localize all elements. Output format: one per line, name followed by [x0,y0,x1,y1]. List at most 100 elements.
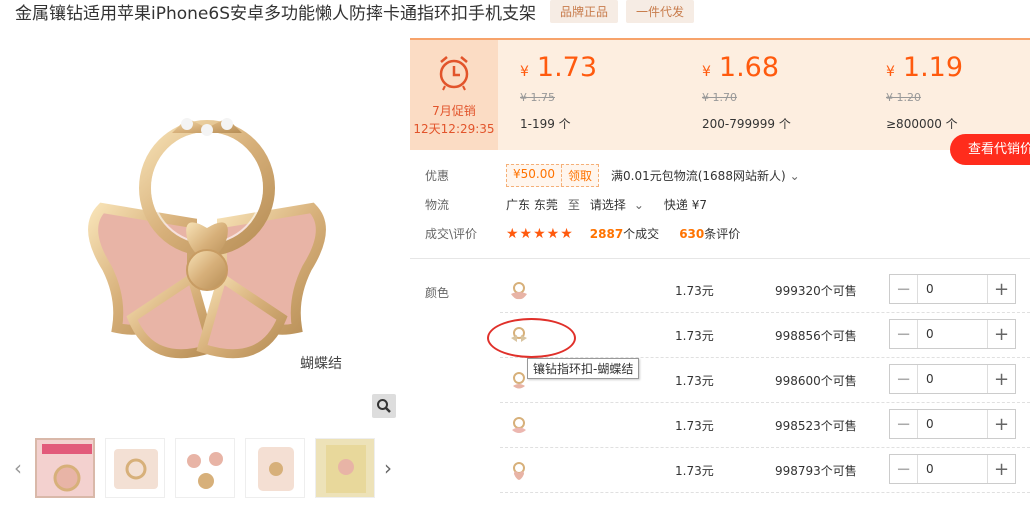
discount-label: 优惠 [425,169,450,183]
sku-thumbnail-icon[interactable] [508,280,530,302]
sku-stock: 998523个可售 [775,419,857,433]
currency-symbol: ¥ [886,64,895,80]
reviews-suffix: 条评价 [704,227,741,241]
sku-row-5: 1.73元 998793个可售 − 0 + [500,448,1030,493]
deals-link[interactable]: 2887个成交 [590,225,659,242]
tier-price: 1.68 [718,52,780,83]
sku-thumbnail-icon[interactable] [508,415,530,437]
shipping-row: 物流 广东 东莞 至 请选择 ⌄ 快递 ¥7 [425,196,707,213]
sku-stock: 998793个可售 [775,464,857,478]
sku-row-2: 1.73元 998856个可售 − 0 + [500,313,1030,358]
increment-button[interactable]: + [987,455,1015,483]
quantity-input[interactable]: 0 [918,275,987,303]
reviews-row: 成交\评价 ★★★★★ 2887个成交 630条评价 [425,225,740,242]
tier-qty: 200-799999 个 [702,117,791,131]
tier-old-price: ¥ 1.70 [702,91,737,104]
coupon-claim-button[interactable]: 领取 [561,165,598,186]
sku-tooltip: 镶钻指环扣-蝴蝶结 [527,358,640,379]
price-tier-1: ¥1.73 ¥ 1.75 1-199 个 [520,54,597,132]
currency-symbol: ¥ [520,64,529,80]
sku-price: 1.73元 [675,374,714,388]
deals-suffix: 个成交 [623,227,660,241]
increment-button[interactable]: + [987,365,1015,393]
image-caption: 蝴蝶结 [300,356,342,372]
decrement-button[interactable]: − [890,365,918,393]
thumbnail-5[interactable] [315,438,375,498]
increment-button[interactable]: + [987,275,1015,303]
discount-row: 优惠 ¥50.00 领取 满0.01元包物流(1688网站新人) ⌄ [425,164,800,187]
quantity-input[interactable]: 0 [918,365,987,393]
decrement-button[interactable]: − [890,320,918,348]
shipping-label: 物流 [425,198,450,212]
thumbnail-strip: ‹ › [10,438,405,503]
zoom-button[interactable] [372,394,396,418]
rating-stars: ★★★★★ [506,225,574,242]
coupon-amount: ¥50.00 [513,167,555,181]
tier-old-price: ¥ 1.75 [520,91,555,104]
chevron-right-icon[interactable]: › [384,456,392,480]
magnifier-icon [377,399,391,413]
tier-old-price: ¥ 1.20 [886,91,921,104]
quantity-input[interactable]: 0 [918,320,987,348]
quantity-stepper: − 0 + [889,409,1016,439]
color-label: 颜色 [425,286,450,300]
thumbnail-1[interactable] [35,438,95,498]
sku-stock: 999320个可售 [775,284,857,298]
quantity-stepper: − 0 + [889,319,1016,349]
tag-dropship: 一件代发 [626,0,695,23]
sku-row-4: 1.73元 998523个可售 − 0 + [500,403,1030,448]
sku-stock: 998856个可售 [775,329,857,343]
view-agent-price-button[interactable]: 查看代销价 [950,134,1030,165]
chevron-left-icon[interactable]: ‹ [14,456,22,480]
quantity-stepper: − 0 + [889,364,1016,394]
deals-count: 2887 [589,227,624,241]
promo-month: 7月促销 [432,104,476,118]
tag-brand: 品牌正品 [550,0,619,23]
reviews-label: 成交\评价 [425,227,478,241]
increment-button[interactable]: + [987,410,1015,438]
quantity-input[interactable]: 0 [918,410,987,438]
sku-price: 1.73元 [675,329,714,343]
thumbnail-4[interactable] [245,438,305,498]
product-title: 金属镶钻适用苹果iPhone6S安卓多功能懒人防摔卡通指环扣手机支架 [15,3,536,24]
shipping-method: 快递 ¥7 [663,198,708,212]
tier-price: 1.19 [902,52,964,83]
sku-price: 1.73元 [675,284,714,298]
shipping-to: 至 [567,198,580,212]
thumbnail-2[interactable] [105,438,165,498]
tier-qty: 1-199 个 [520,117,571,131]
reviews-link[interactable]: 630条评价 [679,225,740,242]
price-panel: 7月促销 12天12:29:35 ¥1.73 ¥ 1.75 1-199 个 ¥1… [410,38,1030,150]
quantity-input[interactable]: 0 [918,455,987,483]
promo-countdown: 12天12:29:35 [413,122,495,136]
price-tier-2: ¥1.68 ¥ 1.70 200-799999 个 [702,54,791,132]
sku-thumbnail-icon[interactable] [508,460,530,482]
highlight-circle [487,318,576,358]
divider [410,258,1030,259]
sku-price: 1.73元 [675,419,714,433]
main-product-image[interactable] [22,38,402,418]
quantity-stepper: − 0 + [889,454,1016,484]
decrement-button[interactable]: − [890,455,918,483]
shipping-origin: 广东 东莞 [506,198,558,212]
decrement-button[interactable]: − [890,275,918,303]
coupon[interactable]: ¥50.00 领取 [506,164,600,187]
chevron-down-icon[interactable]: ⌄ [790,169,800,183]
decrement-button[interactable]: − [890,410,918,438]
sku-stock: 998600个可售 [775,374,857,388]
price-tier-3: ¥1.19 ¥ 1.20 ≥800000 个 [886,54,963,132]
chevron-down-icon[interactable]: ⌄ [634,198,644,212]
tier-qty: ≥800000 个 [886,117,958,131]
currency-symbol: ¥ [702,64,711,80]
destination-select[interactable]: 请选择 [590,196,626,213]
tier-price: 1.73 [536,52,598,83]
sku-price: 1.73元 [675,464,714,478]
sku-row-1: 1.73元 999320个可售 − 0 + [500,268,1030,313]
alarm-clock-icon [439,56,469,91]
promo-box: 7月促销 12天12:29:35 [410,40,498,150]
quantity-stepper: − 0 + [889,274,1016,304]
thumbnail-3[interactable] [175,438,235,498]
increment-button[interactable]: + [987,320,1015,348]
title-bar: 金属镶钻适用苹果iPhone6S安卓多功能懒人防摔卡通指环扣手机支架 品牌正品 … [15,0,695,24]
reviews-count: 630 [679,227,705,241]
